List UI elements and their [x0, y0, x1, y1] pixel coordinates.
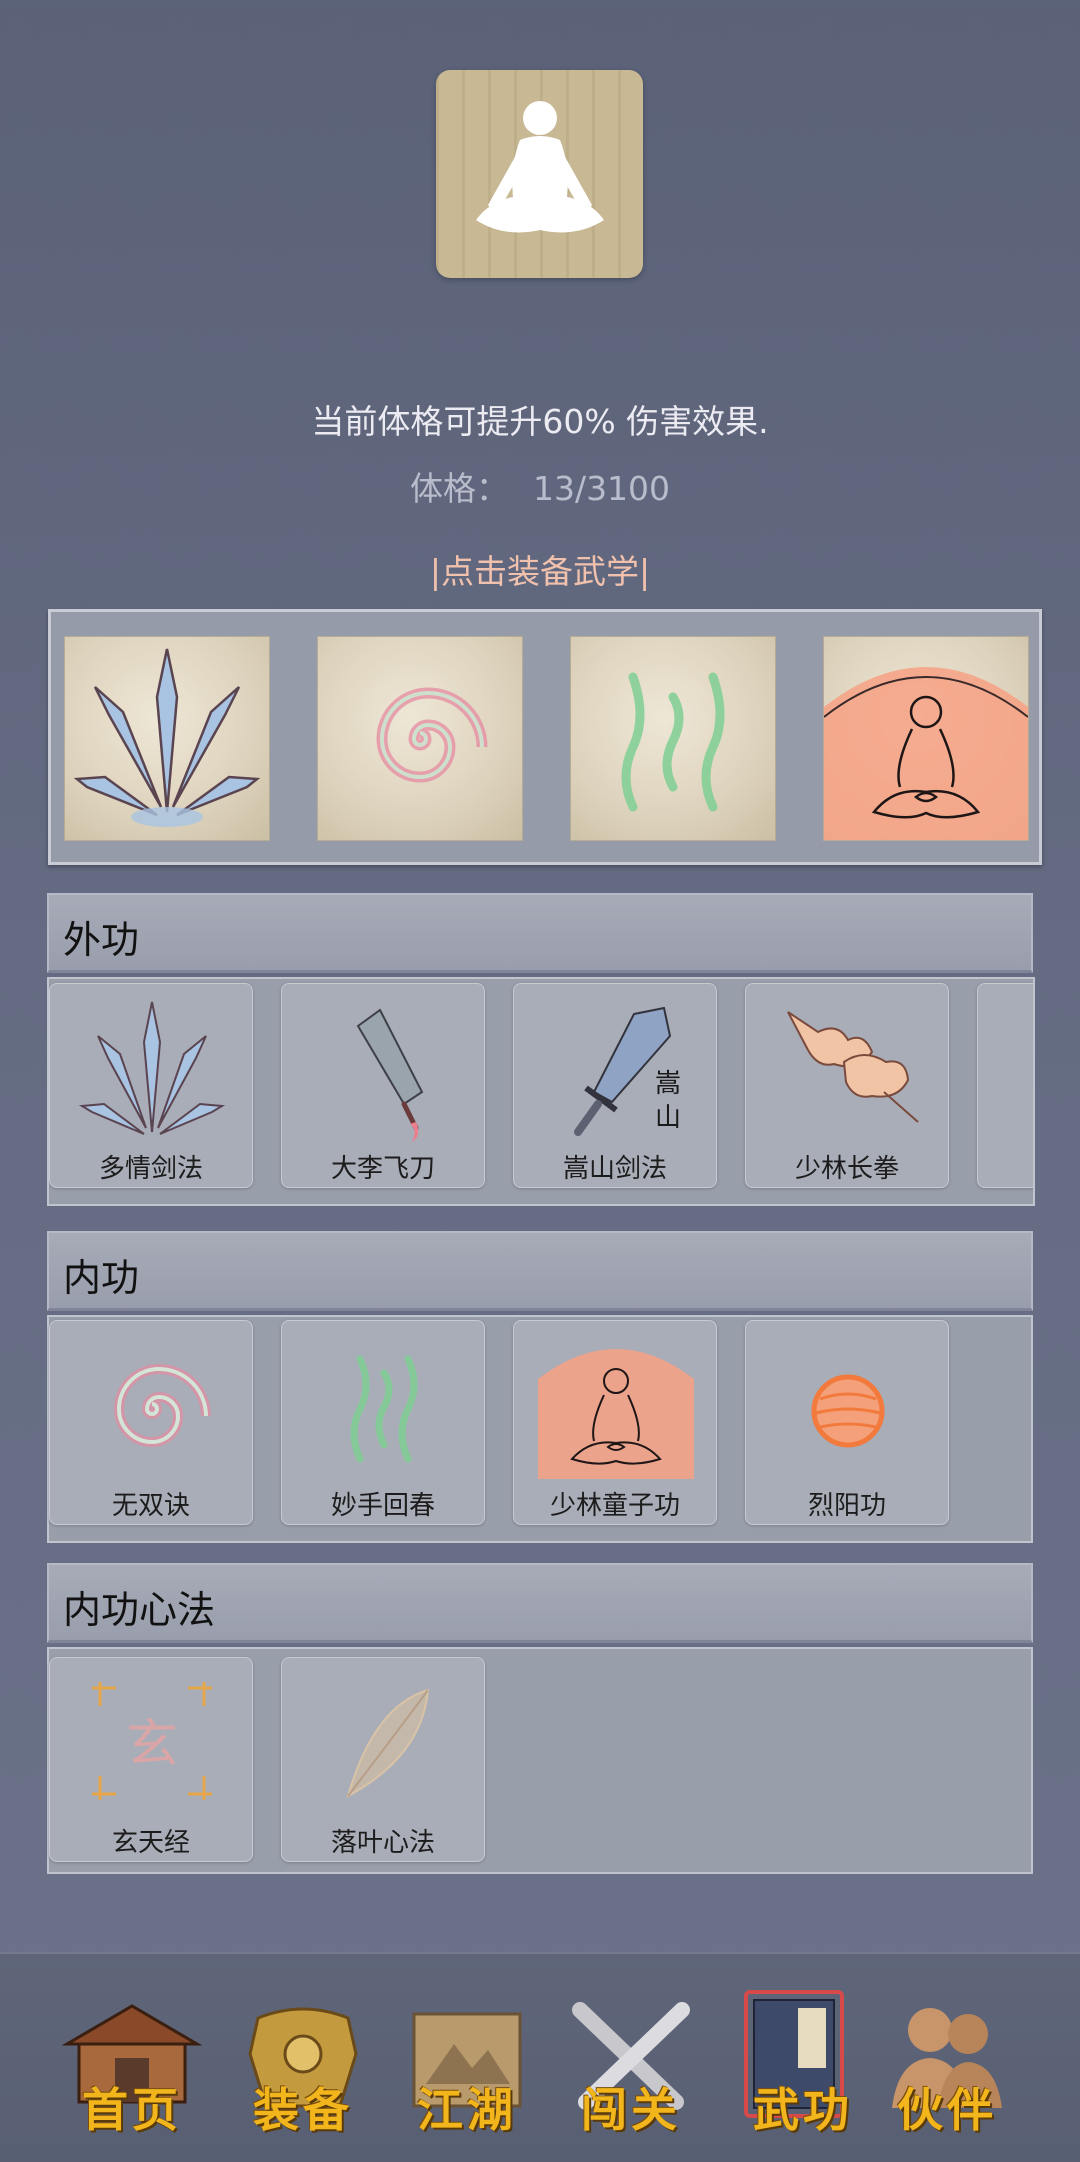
skill-card-xuantian[interactable]: 玄 玄天经 — [49, 1657, 253, 1862]
section-header: 内功心法 — [47, 1563, 1033, 1643]
skill-card-lieyang[interactable]: 烈阳功 — [745, 1320, 949, 1525]
internal-skills-list[interactable]: 无双诀 妙手回春 少林童子功 烈阳功 — [47, 1315, 1033, 1543]
section-title: 内功心法 — [63, 1588, 216, 1632]
tab-challenge[interactable]: 闯关 — [556, 1984, 706, 2144]
heat-waves-icon — [621, 672, 725, 812]
heat-waves-icon — [350, 1355, 418, 1463]
skill-name: 烈阳功 — [807, 1491, 886, 1521]
equipped-skills-bar — [48, 609, 1042, 865]
skill-card-wushuang[interactable]: 无双诀 — [49, 1320, 253, 1525]
tab-home[interactable]: 首页 — [57, 1984, 207, 2144]
svg-text:玄: 玄 — [126, 1715, 178, 1775]
tab-label: 伙伴 — [897, 2083, 997, 2137]
mental-method-list[interactable]: 玄 玄天经 落叶心法 — [47, 1647, 1033, 1874]
skill-name: 落叶心法 — [330, 1828, 435, 1858]
mental-method-section: 内功心法 玄 玄天经 落叶心法 — [47, 1563, 1033, 1874]
external-skills-list[interactable]: 多情剑法 大李飞刀 嵩 山 嵩山剑法 少林长拳 — [47, 977, 1035, 1206]
blade-fan-icon — [73, 648, 261, 827]
blade-fan-icon — [78, 1001, 226, 1135]
xuan-glyph-icon: 玄 — [92, 1682, 212, 1800]
equipped-slot-1[interactable] — [64, 636, 270, 841]
tab-label: 武功 — [753, 2083, 853, 2137]
skill-card-songshan[interactable]: 嵩 山 嵩山剑法 — [513, 983, 717, 1188]
swirl-icon — [376, 687, 488, 783]
skill-name: 玄天经 — [111, 1828, 190, 1858]
constitution-value: 13/3100 — [532, 469, 671, 508]
tab-equipment[interactable]: 装备 — [228, 1984, 378, 2144]
bottom-tab-bar: 首页 装备 江湖 闯关 武功 伙伴 — [0, 1952, 1080, 2162]
section-header: 外功 — [47, 893, 1033, 973]
internal-skills-section: 内功 无双诀 妙手回春 少林童子功 烈阳功 — [47, 1231, 1033, 1543]
skill-card-luoye[interactable]: 落叶心法 — [281, 1657, 485, 1862]
tab-label: 江湖 — [417, 2083, 517, 2137]
skill-card-duoqing[interactable]: 多情剑法 — [49, 983, 253, 1188]
monk-aura-icon — [538, 1349, 694, 1479]
svg-text:山: 山 — [655, 1103, 681, 1133]
monk-aura-icon — [823, 667, 1029, 840]
fist-icon — [787, 1011, 919, 1123]
sword-icon: 嵩 山 — [574, 1006, 681, 1136]
sun-orb-icon — [811, 1374, 885, 1448]
skill-name: 少林长拳 — [794, 1154, 899, 1184]
skill-name: 妙手回春 — [330, 1491, 435, 1521]
tab-label: 首页 — [82, 2083, 182, 2137]
constitution-label: 体格： — [409, 469, 509, 508]
meditation-avatar — [436, 70, 643, 278]
constitution-stat: 体格： 13/3100 — [0, 462, 1080, 510]
equipped-slot-2[interactable] — [317, 636, 523, 841]
skill-name: 多情剑法 — [98, 1154, 203, 1184]
tab-label: 装备 — [253, 2083, 353, 2137]
skill-card-shaolin-changquan[interactable]: 少林长拳 — [745, 983, 949, 1188]
damage-bonus-text: 当前体格可提升60% 伤害效果. — [311, 402, 769, 441]
tab-jianghu[interactable]: 江湖 — [392, 1984, 542, 2144]
leaf-icon — [346, 1688, 430, 1799]
section-title: 外功 — [63, 918, 140, 962]
external-skills-section: 外功 多情剑法 大李飞刀 嵩 山 嵩山剑法 少林长拳 — [47, 893, 1035, 1206]
skill-name: 无双诀 — [111, 1491, 190, 1521]
tab-label: 闯关 — [581, 2083, 681, 2137]
equipped-slot-3[interactable] — [570, 636, 776, 841]
skill-card-miaoshou[interactable]: 妙手回春 — [281, 1320, 485, 1525]
tab-martial-arts[interactable]: 武功 — [728, 1984, 878, 2144]
section-header: 内功 — [47, 1231, 1033, 1311]
tab-companions[interactable]: 伙伴 — [872, 1984, 1022, 2144]
section-title: 内功 — [63, 1256, 140, 1300]
svg-text:嵩: 嵩 — [655, 1069, 681, 1099]
skill-name: 少林童子功 — [549, 1491, 680, 1521]
skill-name: 嵩山剑法 — [562, 1154, 667, 1184]
meditating-figure-icon — [476, 101, 604, 233]
skill-name: 大李飞刀 — [330, 1154, 435, 1184]
swirl-icon — [113, 1363, 211, 1448]
skill-card-dali-feidao[interactable]: 大李飞刀 — [281, 983, 485, 1188]
equip-hint-link[interactable]: |点击装备武学| — [0, 545, 1080, 593]
skill-card-partial[interactable] — [977, 983, 1033, 1188]
equipped-slot-4[interactable] — [823, 636, 1029, 841]
cleaver-icon — [356, 1008, 424, 1142]
skill-card-tongzi[interactable]: 少林童子功 — [513, 1320, 717, 1525]
